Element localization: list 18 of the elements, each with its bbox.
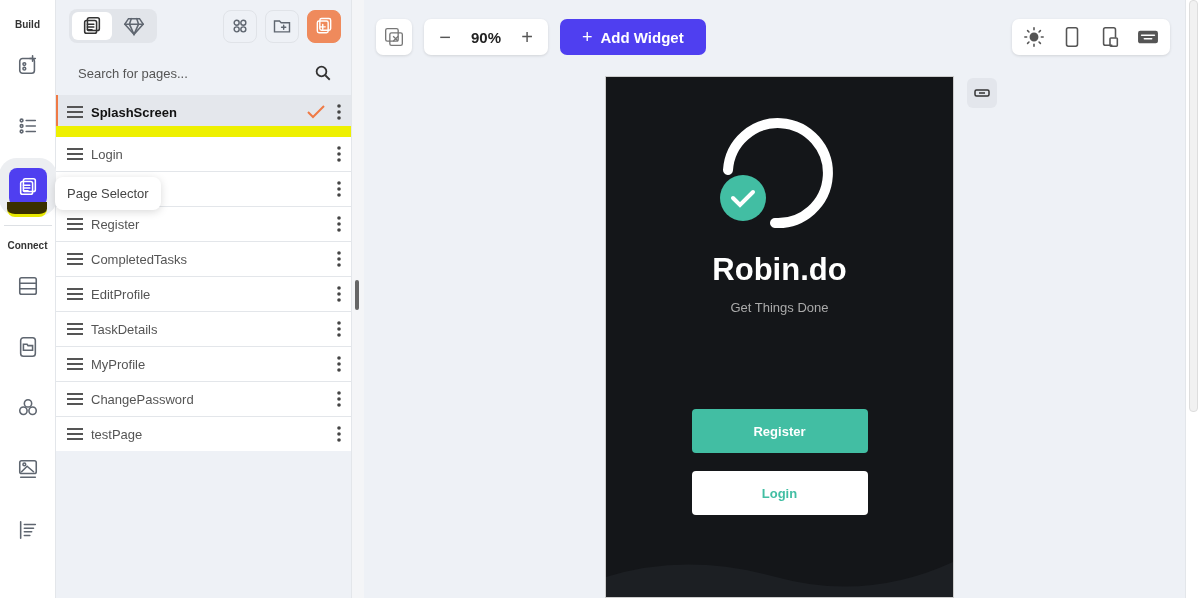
page-item[interactable]: EditProfile (56, 277, 351, 311)
search-field[interactable]: Search for pages... (76, 64, 314, 82)
zoom-value: 90% (470, 28, 502, 46)
page-item[interactable]: CompletedTasks (56, 242, 351, 276)
section-label: Build (15, 19, 40, 30)
page-item[interactable]: ChangePassword (56, 382, 351, 416)
zoom-in-button[interactable]: + (514, 25, 540, 49)
page-item[interactable]: MyProfile (56, 347, 351, 381)
page-item[interactable]: Login (56, 137, 351, 171)
add-widget-button[interactable]: + Add Widget (560, 19, 706, 55)
page-item[interactable]: TaskDetails (56, 312, 351, 346)
app-title: Robin.do (712, 252, 847, 288)
page-item[interactable]: Register (56, 207, 351, 241)
zoom-out-button[interactable]: − (432, 25, 458, 49)
tooltip: Page Selector (55, 177, 161, 210)
app-subtitle: Get Things Done (730, 300, 829, 315)
section-label: Connect (7, 240, 48, 251)
page-item[interactable]: testPage (56, 417, 351, 451)
